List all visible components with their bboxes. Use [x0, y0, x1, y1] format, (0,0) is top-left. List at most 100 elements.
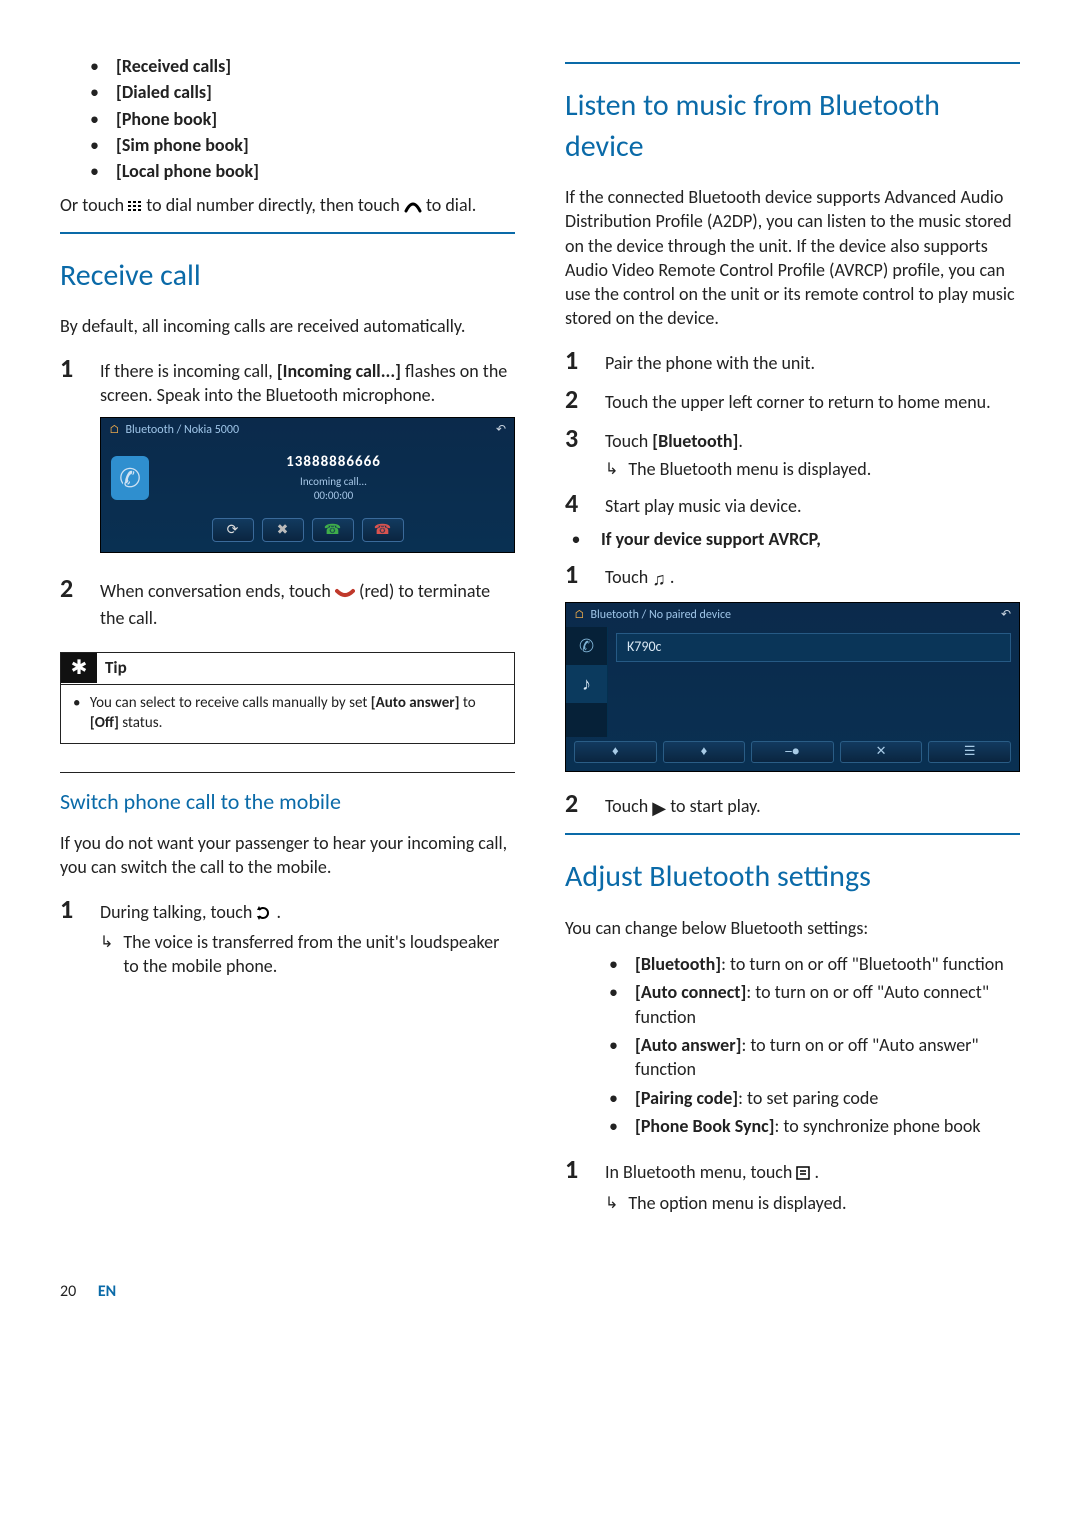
tip-icon: ✱ — [61, 653, 97, 683]
text: Or touch — [60, 194, 128, 216]
receive-intro: By default, all incoming calls are recei… — [60, 314, 515, 338]
phone-icon: ✆ — [111, 456, 149, 500]
hangup-icon — [335, 581, 355, 605]
hangup-button[interactable]: ☎ — [362, 518, 404, 542]
menu-options-list: [Received calls] [Dialed calls] [Phone b… — [60, 54, 515, 183]
switch-button[interactable]: ⟳ — [212, 518, 254, 542]
result-line: ↳ The Bluetooth menu is displayed. — [605, 457, 1020, 481]
step-number: 2 — [60, 571, 82, 606]
text: You can select to receive calls manually… — [90, 694, 371, 712]
left-column: [Received calls] [Dialed calls] [Phone b… — [60, 50, 515, 1221]
music-note-icon: ♫ — [652, 567, 666, 591]
opt-dialed: [Dialed calls] — [116, 81, 212, 103]
step-body: Touch ▶ to start play. — [605, 794, 1020, 820]
page-number: 20 — [60, 1281, 76, 1303]
step-number: 3 — [565, 421, 587, 456]
tab-music[interactable]: ♪ — [566, 665, 607, 703]
avrcp-note: • If your device support AVRCP, — [565, 527, 1020, 551]
play-icon: ▶ — [652, 796, 666, 820]
menu-button[interactable]: ☰ — [928, 741, 1011, 763]
text: In Bluetooth menu, touch — [605, 1161, 796, 1183]
text: Touch — [605, 430, 652, 452]
opt-local: [Local phone book] — [116, 160, 259, 182]
text: to dial number directly, then touch — [146, 194, 404, 216]
setting-desc: : to synchronize phone book — [775, 1115, 981, 1137]
heading-switch-call: Switch phone call to the mobile — [60, 772, 515, 817]
step-number: 2 — [565, 382, 587, 417]
step-number: 1 — [565, 1152, 587, 1187]
setting-name: [Auto connect] — [635, 981, 746, 1003]
step-body: Touch [Bluetooth]. ↳ The Bluetooth menu … — [605, 429, 1020, 482]
settings-list: [Bluetooth]: to turn on or off "Bluetoot… — [565, 952, 1020, 1138]
delete-button[interactable]: ✕ — [840, 741, 923, 763]
heading-listen-music: Listen to music from Bluetooth device — [565, 62, 1020, 167]
device-tabs: ✆ ♪ — [566, 627, 608, 737]
result-line: ↳ The option menu is displayed. — [605, 1191, 1020, 1215]
step-body: Start play music via device. — [605, 494, 1020, 518]
mute-button[interactable]: ✖ — [262, 518, 304, 542]
text: If there is incoming call, — [100, 360, 277, 382]
text: status. — [119, 714, 163, 732]
step-body: Pair the phone with the unit. — [605, 351, 1020, 375]
device-buttons: ⟳ ✖ ☎ ☎ — [101, 512, 514, 552]
prev-button[interactable]: ♦ — [574, 741, 657, 763]
keypad-icon — [128, 195, 142, 219]
text: [Bluetooth] — [652, 430, 738, 452]
text: to dial. — [426, 194, 476, 216]
switch-steps: 1 During talking, touch . ↳ The voice is… — [60, 892, 515, 979]
step-body: If there is incoming call, [Incoming cal… — [100, 359, 515, 568]
text: The voice is transferred from the unit's… — [123, 930, 515, 979]
options-icon — [796, 1162, 810, 1186]
tip-title: Tip — [105, 653, 127, 684]
opt-received: [Received calls] — [116, 55, 231, 77]
tip-header: ✱ Tip — [61, 653, 514, 685]
step-number: 1 — [60, 351, 82, 386]
device-titlebar: ⌂ Bluetooth / No paired device ↶ — [566, 603, 1019, 627]
setting-name: [Phone Book Sync] — [635, 1115, 775, 1137]
receive-steps: 1 If there is incoming call, [Incoming c… — [60, 351, 515, 630]
call-info: 13888886666 Incoming call... 00:00:00 — [163, 452, 504, 504]
dial-icon — [404, 195, 422, 219]
text: The Bluetooth menu is displayed. — [628, 457, 871, 481]
device-titlebar: ⌂ Bluetooth / Nokia 5000 ↶ — [101, 418, 514, 442]
list-item[interactable]: K790c — [616, 633, 1011, 662]
arrow-icon: ↳ — [605, 1191, 618, 1215]
breadcrumb: Bluetooth / No paired device — [591, 607, 731, 623]
step-body: Touch the upper left corner to return to… — [605, 390, 1020, 414]
device-screenshot-incoming: ⌂ Bluetooth / Nokia 5000 ↶ ✆ 13888886666… — [100, 417, 515, 553]
arrow-icon: ↳ — [605, 457, 618, 481]
device-bottom-bar: ♦ ♦ ⎯● ✕ ☰ — [566, 737, 1019, 771]
switch-intro: If you do not want your passenger to hea… — [60, 831, 515, 880]
step-number: 1 — [60, 892, 82, 927]
text: Touch — [605, 795, 652, 817]
text: [Off] — [90, 714, 119, 732]
step-body: In Bluetooth menu, touch . ↳ The option … — [605, 1160, 1020, 1215]
listen-steps: 1Pair the phone with the unit. 2Touch th… — [565, 343, 1020, 521]
step-number: 2 — [565, 786, 587, 821]
breadcrumb: Bluetooth / Nokia 5000 — [126, 422, 240, 438]
home-icon: ⌂ — [574, 607, 585, 623]
listen-intro: If the connected Bluetooth device suppor… — [565, 185, 1020, 331]
call-timer: 00:00:00 — [163, 489, 504, 504]
text: . — [670, 566, 675, 588]
heading-adjust-settings: Adjust Bluetooth settings — [565, 833, 1020, 898]
text: . — [277, 901, 282, 923]
step-body: When conversation ends, touch (red) to t… — [100, 579, 515, 630]
page-footer: 20 EN — [60, 1281, 1020, 1303]
text: [Incoming call...] — [277, 360, 401, 382]
next-button[interactable]: ♦ — [663, 741, 746, 763]
connect-button[interactable]: ⎯● — [751, 741, 834, 763]
call-status: Incoming call... — [163, 475, 504, 490]
answer-button[interactable]: ☎ — [312, 518, 354, 542]
opt-sim: [Sim phone book] — [116, 134, 249, 156]
home-icon: ⌂ — [109, 422, 120, 438]
tab-phone[interactable]: ✆ — [566, 627, 607, 665]
heading-receive-call: Receive call — [60, 232, 515, 297]
step-number: 1 — [565, 557, 587, 592]
step-body: During talking, touch . ↳ The voice is t… — [100, 900, 515, 979]
caller-number: 13888886666 — [163, 452, 504, 472]
page-columns: [Received calls] [Dialed calls] [Phone b… — [60, 50, 1020, 1221]
device-screenshot-music: ⌂ Bluetooth / No paired device ↶ ✆ ♪ K79… — [565, 602, 1020, 772]
setting-name: [Auto answer] — [635, 1034, 741, 1056]
or-touch-line: Or touch to dial number directly, then t… — [60, 193, 515, 219]
